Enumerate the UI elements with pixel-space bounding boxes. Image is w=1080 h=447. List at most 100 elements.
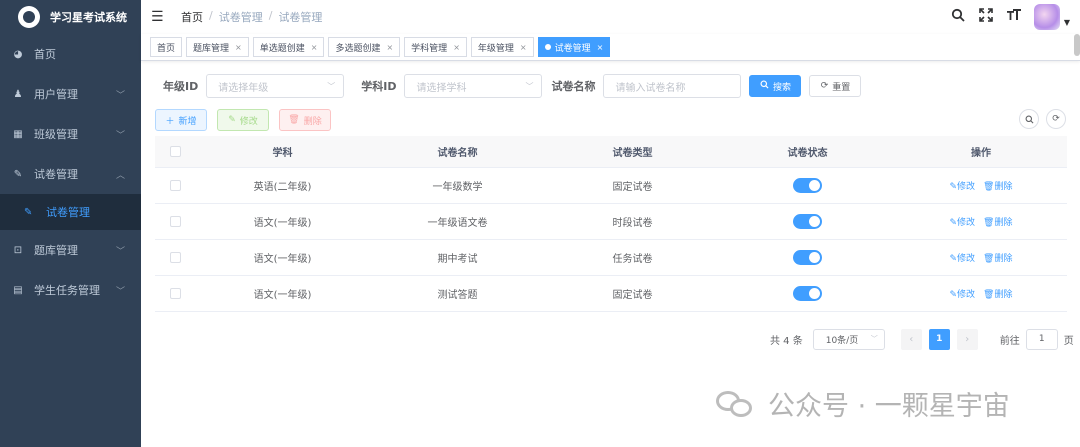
edit-icon: ✎ <box>13 168 23 180</box>
caret-down-icon[interactable]: ▼ <box>1064 18 1070 27</box>
sidebar-item-label: 用户管理 <box>34 88 78 101</box>
row-select-cell <box>155 288 195 299</box>
edit-button[interactable]: ✎ 修改 <box>217 109 269 131</box>
close-icon[interactable]: × <box>311 43 318 52</box>
paper-type-cell: 固定试卷 <box>612 182 653 193</box>
breadcrumb-item[interactable]: 首页 <box>181 9 203 25</box>
chevron-down-icon: ﹀ <box>115 90 125 101</box>
row-checkbox[interactable] <box>169 288 181 299</box>
paper-type-cell: 时段试卷 <box>612 218 653 229</box>
status-switch[interactable] <box>793 214 822 229</box>
search-button[interactable]: 搜索 <box>749 75 802 97</box>
actions-cell: ✎修改 🗑删除 <box>895 251 1067 264</box>
avatar[interactable] <box>1033 4 1060 30</box>
row-edit-label: 修改 <box>957 218 976 228</box>
sidebar-item-home[interactable]: ◕ 首页 <box>0 34 141 74</box>
close-icon[interactable]: × <box>597 43 604 52</box>
row-edit-link[interactable]: ✎修改 <box>949 215 975 228</box>
sidebar: 学习星考试系统 ◕ 首页 ♟ 用户管理 ﹀ ▦ 班级管理 ﹀ ✎ 试卷管理 ︿ … <box>0 0 141 447</box>
tag-multi-choice[interactable]: 多选题创建 × <box>328 37 401 57</box>
subject-cell: 语文(一年级) <box>253 290 312 301</box>
breadcrumb-item: 试卷管理 <box>278 11 323 24</box>
grade-select[interactable]: 请选择年级 ﹀ <box>206 74 345 98</box>
row-edit-link[interactable]: ✎修改 <box>949 287 975 300</box>
plus-icon: ＋ <box>165 116 175 127</box>
row-delete-link[interactable]: 🗑删除 <box>983 287 1012 300</box>
status-switch[interactable] <box>793 178 822 193</box>
tags-view: 首页 题库管理 × 单选题创建 × 多选题创建 × 学科管理 × 年级管理 × 试卷管理 × <box>141 34 1080 61</box>
pagination-total: 共 4 条 <box>770 335 803 347</box>
paper-name-label: 试卷名称 <box>551 80 596 93</box>
subject-select[interactable]: 请选择学科 ﹀ <box>404 74 543 98</box>
column-header: 试卷状态 <box>787 148 828 159</box>
sidebar-item-student-tasks[interactable]: ▤ 学生任务管理 ﹀ <box>0 270 141 310</box>
close-icon[interactable]: × <box>453 43 460 52</box>
fullscreen-icon[interactable] <box>978 8 994 26</box>
tag-papers[interactable]: 试卷管理 × <box>537 37 611 57</box>
row-select-cell <box>155 216 195 227</box>
sidebar-subitem-papers[interactable]: ✎ 试卷管理 <box>0 194 141 230</box>
tag-label: 年级管理 <box>477 43 514 54</box>
select-all-checkbox[interactable] <box>169 146 181 157</box>
trash-icon: 🗑 <box>983 218 995 228</box>
tag-grades[interactable]: 年级管理 × <box>470 37 534 57</box>
next-page-button[interactable]: › <box>956 328 978 350</box>
paper-name-input[interactable]: 请输入试卷名称 <box>603 74 742 98</box>
sidebar-item-users[interactable]: ♟ 用户管理 ﹀ <box>0 74 141 114</box>
sidebar-item-question-bank[interactable]: ⊡ 题库管理 ﹀ <box>0 230 141 270</box>
table-row: 语文(一年级) 测试答题 固定试卷 ✎修改 🗑删除 <box>155 276 1067 312</box>
row-edit-link[interactable]: ✎修改 <box>949 179 975 192</box>
hamburger-icon[interactable]: ☰ <box>151 9 169 25</box>
tag-subjects[interactable]: 学科管理 × <box>404 37 467 57</box>
sidebar-item-papers[interactable]: ✎ 试卷管理 ︿ <box>0 154 141 194</box>
close-icon[interactable]: × <box>235 43 242 52</box>
status-cell <box>720 286 895 301</box>
scrollbar[interactable] <box>1074 34 1080 56</box>
toggle-search-button[interactable] <box>1019 109 1039 129</box>
status-switch[interactable] <box>793 250 822 265</box>
tag-single-choice[interactable]: 单选题创建 × <box>252 37 325 57</box>
row-edit-link[interactable]: ✎修改 <box>949 251 975 264</box>
delete-button[interactable]: 🗑 删除 <box>279 109 331 131</box>
tag-label: 题库管理 <box>193 43 230 54</box>
goto-page-input[interactable]: 1 <box>1025 328 1058 350</box>
row-delete-link[interactable]: 🗑删除 <box>983 251 1012 264</box>
task-icon: ▤ <box>13 284 23 296</box>
row-checkbox[interactable] <box>169 216 181 227</box>
reset-button[interactable]: ⟳ 重置 <box>809 75 862 97</box>
page-number-current[interactable]: 1 <box>928 328 950 350</box>
add-button[interactable]: ＋ 新增 <box>155 109 207 131</box>
status-cell <box>720 214 895 229</box>
tag-label: 多选题创建 <box>335 43 381 54</box>
app-logo[interactable]: 学习星考试系统 <box>0 0 141 34</box>
status-cell <box>720 250 895 265</box>
refresh-button[interactable]: ⟳ <box>1046 109 1066 129</box>
close-icon[interactable]: × <box>520 43 527 52</box>
edit-icon: ✎ <box>949 290 958 300</box>
row-select-cell <box>155 252 195 263</box>
close-icon[interactable]: × <box>386 43 393 52</box>
edit-icon: ✎ <box>24 206 33 218</box>
prev-page-button[interactable]: ‹ <box>900 328 922 350</box>
status-switch[interactable] <box>793 286 822 301</box>
row-checkbox[interactable] <box>169 252 181 263</box>
tag-question-bank[interactable]: 题库管理 × <box>186 37 249 57</box>
row-delete-link[interactable]: 🗑删除 <box>983 215 1012 228</box>
row-delete-link[interactable]: 🗑删除 <box>983 179 1012 192</box>
breadcrumb: 首页 / 试卷管理 / 试卷管理 <box>181 9 322 25</box>
table-row: 语文(一年级) 一年级语文卷 时段试卷 ✎修改 🗑删除 <box>155 204 1067 240</box>
watermark: 公众号 · 一颗星宇宙 <box>716 384 1010 423</box>
grade-placeholder: 请选择年级 <box>218 82 269 94</box>
sidebar-item-label: 班级管理 <box>34 128 78 141</box>
row-checkbox[interactable] <box>169 180 181 191</box>
subject-label: 学科ID <box>361 80 397 93</box>
font-size-icon[interactable] <box>1006 8 1022 26</box>
tag-label: 试卷管理 <box>554 43 591 54</box>
dashboard-icon: ◕ <box>13 48 23 60</box>
tag-home[interactable]: 首页 <box>150 37 183 57</box>
page-size-select[interactable]: 10条/页 ﹀ <box>812 328 885 350</box>
app-title: 学习星考试系统 <box>50 11 127 24</box>
tag-label: 首页 <box>157 43 176 54</box>
sidebar-item-classes[interactable]: ▦ 班级管理 ﹀ <box>0 114 141 154</box>
search-icon[interactable] <box>950 8 966 26</box>
